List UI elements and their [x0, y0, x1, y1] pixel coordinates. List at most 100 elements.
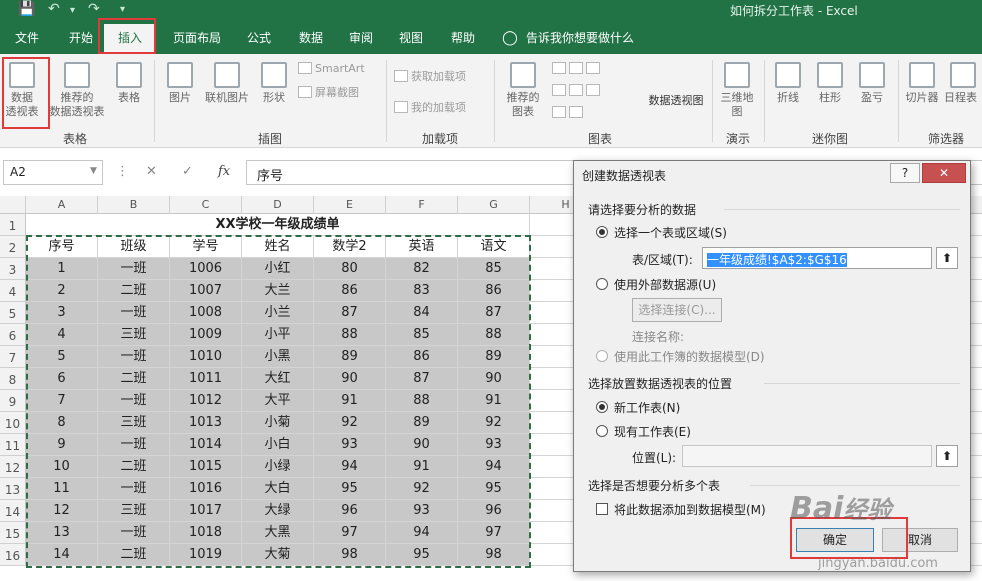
- row-header[interactable]: 11: [0, 434, 26, 456]
- tell-me-box[interactable]: 告诉我你想要做什么: [526, 22, 656, 54]
- sparkline-column-button[interactable]: 柱形: [812, 62, 848, 105]
- row-header[interactable]: 10: [0, 412, 26, 434]
- screenshot-button[interactable]: 屏幕截图: [298, 84, 359, 100]
- radio-data-model[interactable]: [596, 350, 608, 362]
- column-header[interactable]: D: [242, 196, 314, 214]
- column-header[interactable]: E: [314, 196, 386, 214]
- sheet-title-cell[interactable]: XX学校一年级成绩单: [26, 214, 530, 236]
- divider: [724, 209, 960, 210]
- tab-formulas[interactable]: 公式: [238, 22, 280, 54]
- collapse-dialog-icon[interactable]: ⬆: [936, 247, 958, 269]
- cancel-icon[interactable]: ✕: [146, 164, 157, 179]
- enter-icon[interactable]: ✓: [182, 164, 193, 179]
- row-header[interactable]: 4: [0, 280, 26, 302]
- tab-review[interactable]: 审阅: [340, 22, 382, 54]
- column-header[interactable]: F: [386, 196, 458, 214]
- ribbon-separator: [494, 60, 495, 142]
- lightbulb-icon: ◯: [502, 30, 518, 46]
- sparkline-line-button[interactable]: 折线: [770, 62, 806, 105]
- ribbon-separator: [712, 60, 713, 142]
- globe-icon: [724, 62, 750, 88]
- select-all-corner[interactable]: [0, 196, 26, 214]
- highlight-pivottable-button: [2, 57, 50, 129]
- column-header[interactable]: B: [98, 196, 170, 214]
- radio-select-range[interactable]: [596, 226, 608, 238]
- pictures-button[interactable]: 图片: [162, 62, 198, 105]
- timeline-icon: [950, 62, 976, 88]
- radio-select-range-label: 选择一个表或区域(S): [614, 226, 727, 240]
- pivotchart-button[interactable]: 数据透视图: [642, 94, 710, 108]
- row-header[interactable]: 3: [0, 258, 26, 280]
- shapes-button[interactable]: 形状: [256, 62, 292, 105]
- online-pictures-button[interactable]: 联机图片: [200, 62, 254, 105]
- row-header[interactable]: 14: [0, 500, 26, 522]
- more-icon: ⋮: [116, 164, 129, 179]
- row-header[interactable]: 2: [0, 236, 26, 258]
- smartart-button[interactable]: SmartArt: [298, 62, 365, 75]
- dialog-title: 创建数据透视表: [582, 169, 667, 183]
- name-box[interactable]: A2: [3, 160, 103, 185]
- sparkline-column-icon: [817, 62, 843, 88]
- my-addins-button[interactable]: 我的加载项: [394, 99, 466, 115]
- 3d-map-button[interactable]: 三维地 图: [716, 62, 758, 119]
- recommended-pivottables-button[interactable]: 推荐的 数据透视表: [46, 62, 108, 119]
- radio-external-source[interactable]: [596, 278, 608, 290]
- window-title: 如何拆分工作表 - Excel: [730, 4, 858, 18]
- column-chart-gallery[interactable]: [552, 62, 603, 75]
- help-button[interactable]: ?: [890, 163, 920, 183]
- row-header[interactable]: 7: [0, 346, 26, 368]
- range-input[interactable]: 一年级成绩!$A$2:$G$16: [702, 247, 932, 269]
- redo-icon[interactable]: ↷: [88, 1, 100, 17]
- row-header[interactable]: 15: [0, 522, 26, 544]
- row-header[interactable]: 13: [0, 478, 26, 500]
- tab-page-layout[interactable]: 页面布局: [166, 22, 228, 54]
- tab-data[interactable]: 数据: [290, 22, 332, 54]
- column-chart-icon: [552, 62, 566, 74]
- group-charts-label: 图表: [587, 132, 612, 146]
- chevron-down-icon[interactable]: ▼: [90, 166, 97, 176]
- row-header[interactable]: 6: [0, 324, 26, 346]
- row-header[interactable]: 8: [0, 368, 26, 390]
- timeline-button[interactable]: 日程表: [944, 62, 982, 105]
- sparkline-winloss-icon: [859, 62, 885, 88]
- get-addins-button[interactable]: 获取加载项: [394, 68, 466, 84]
- recommended-charts-button[interactable]: 推荐的 图表: [500, 62, 546, 119]
- save-icon[interactable]: 💾: [18, 1, 35, 17]
- chevron-down-icon[interactable]: ▾: [70, 5, 75, 16]
- column-header[interactable]: A: [26, 196, 98, 214]
- column-header[interactable]: C: [170, 196, 242, 214]
- range-label: 表/区域(T):: [632, 253, 693, 267]
- location-input[interactable]: [682, 445, 932, 467]
- store-icon: [394, 70, 408, 82]
- sparkline-winloss-button[interactable]: 盈亏: [854, 62, 890, 105]
- tab-file[interactable]: 文件: [4, 22, 50, 54]
- pie-chart-gallery[interactable]: [552, 106, 586, 119]
- row-header[interactable]: 9: [0, 390, 26, 412]
- table-button[interactable]: 表格: [110, 62, 148, 105]
- row-header[interactable]: 1: [0, 214, 26, 236]
- radio-existing-worksheet[interactable]: [596, 425, 608, 437]
- selection-marquee: [26, 235, 531, 568]
- bar-chart-icon: [510, 62, 536, 88]
- slicer-button[interactable]: 切片器: [902, 62, 942, 105]
- group-filters-label: 筛选器: [927, 132, 964, 146]
- close-button[interactable]: ✕: [922, 163, 966, 183]
- group-sparklines-label: 迷你图: [811, 132, 848, 146]
- pie-chart-icon: [552, 106, 566, 118]
- customize-qat-icon[interactable]: ▾: [120, 4, 125, 15]
- choose-connection-button[interactable]: 选择连接(C)...: [632, 298, 722, 322]
- row-header[interactable]: 12: [0, 456, 26, 478]
- collapse-dialog-icon[interactable]: ⬆: [936, 445, 958, 467]
- radio-new-worksheet[interactable]: [596, 401, 608, 413]
- line-chart-gallery[interactable]: [552, 84, 603, 97]
- row-header[interactable]: 16: [0, 544, 26, 566]
- undo-icon[interactable]: ↶: [48, 1, 60, 17]
- insert-function-icon[interactable]: fx: [218, 164, 230, 179]
- add-to-data-model-checkbox[interactable]: [596, 503, 608, 515]
- radio-new-worksheet-label: 新工作表(N): [614, 401, 681, 415]
- tab-help[interactable]: 帮助: [442, 22, 484, 54]
- row-header[interactable]: 5: [0, 302, 26, 324]
- column-header[interactable]: G: [458, 196, 530, 214]
- tab-view[interactable]: 视图: [390, 22, 432, 54]
- line-chart-icon: [552, 84, 566, 96]
